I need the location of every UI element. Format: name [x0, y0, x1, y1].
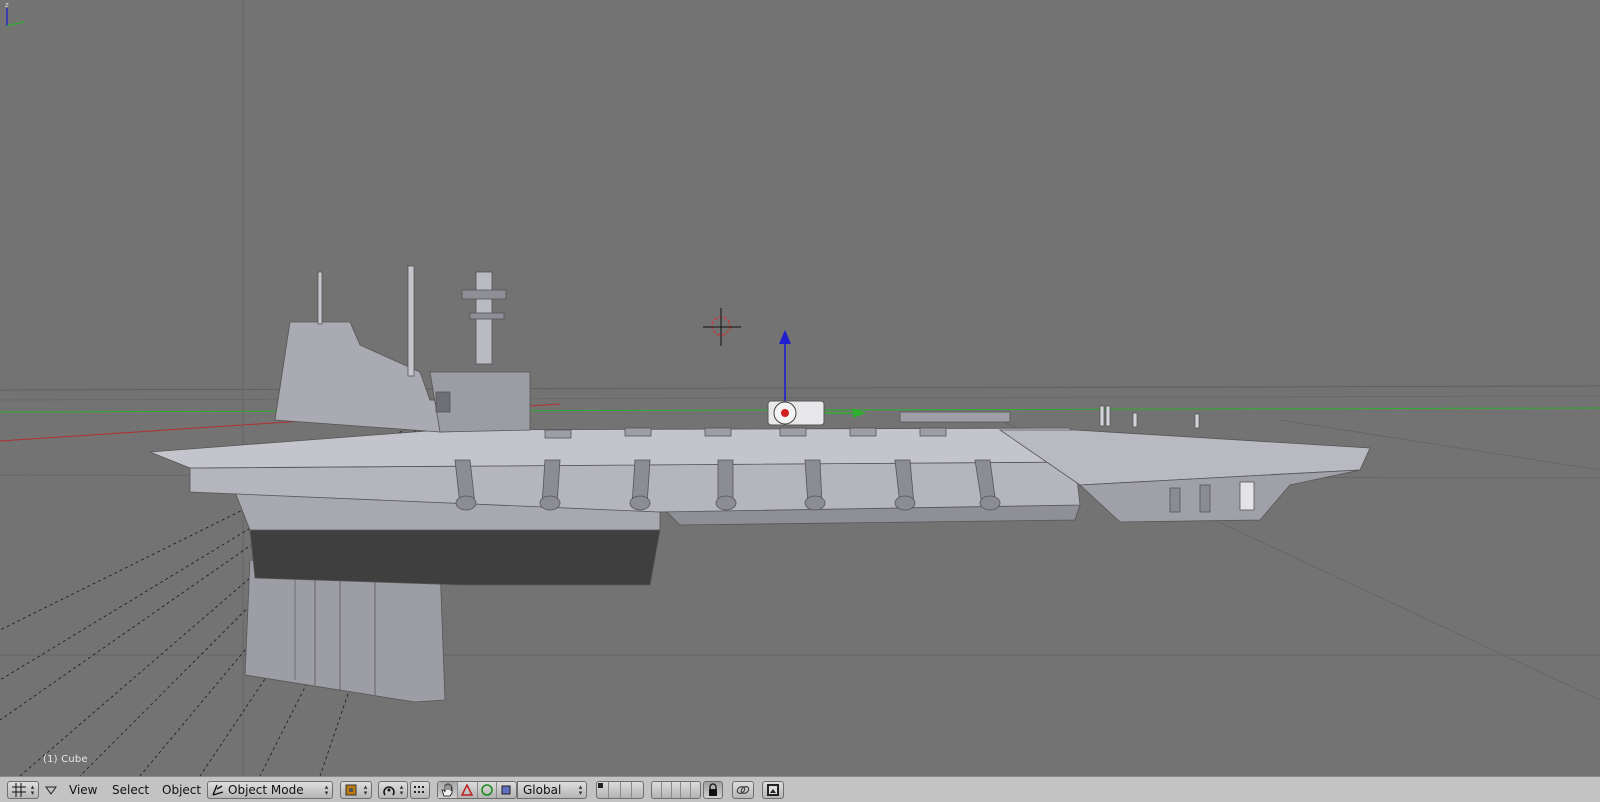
mode-select[interactable]: Object Mode ▴ ▾ — [207, 781, 333, 799]
pivot-button[interactable]: ▴ ▾ — [378, 781, 408, 799]
layer-button[interactable] — [662, 782, 672, 798]
layer-button[interactable] — [632, 782, 643, 798]
manipulator-group — [437, 781, 517, 799]
active-layer-icon — [598, 783, 603, 788]
editor-type-button[interactable]: ▴ ▾ — [7, 781, 39, 799]
hand-icon — [441, 783, 453, 797]
menu-view[interactable]: View — [69, 782, 97, 798]
dots-icon — [414, 786, 424, 793]
lock-layers-button[interactable] — [703, 781, 723, 799]
mini-axis-label: z — [5, 1, 9, 9]
translate-manipulator[interactable] — [458, 782, 478, 798]
layers-group-1 — [596, 781, 644, 799]
layer-button[interactable] — [681, 782, 692, 798]
updown-icon: ▴ ▾ — [578, 783, 583, 797]
orientation-select[interactable]: Global ▴ ▾ — [517, 781, 587, 799]
render-button[interactable] — [762, 781, 784, 799]
draw-type-button[interactable]: ▴ ▾ — [340, 781, 372, 799]
rotate-manipulator[interactable] — [478, 782, 498, 798]
layer-button[interactable] — [609, 782, 621, 798]
scale-manipulator[interactable] — [497, 782, 516, 798]
layer-button[interactable] — [597, 782, 609, 798]
grid-icon — [12, 783, 26, 797]
manipulator-toggle[interactable] — [438, 782, 458, 798]
layer-button[interactable] — [621, 782, 633, 798]
updown-icon: ▴ ▾ — [363, 783, 368, 797]
layer-button[interactable] — [652, 782, 662, 798]
updown-icon: ▴ ▾ — [324, 783, 329, 797]
viewport-scene — [0, 0, 1600, 776]
rotate-icon — [480, 784, 493, 796]
orientation-select-value: Global — [523, 783, 562, 797]
grid-line — [0, 395, 1600, 401]
layer-button[interactable] — [672, 782, 682, 798]
link-icon — [736, 786, 750, 794]
translate-icon — [460, 783, 473, 796]
3d-cursor-icon[interactable] — [703, 308, 741, 346]
updown-icon: ▴ ▾ — [30, 783, 35, 797]
layers-group-2 — [651, 781, 701, 799]
ship-mesh — [149, 265, 1371, 703]
object-mode-icon — [212, 784, 224, 796]
pivot-align-button[interactable] — [410, 781, 430, 799]
updown-icon: ▴ ▾ — [399, 783, 404, 797]
collapse-menu-icon[interactable] — [45, 785, 57, 795]
object-name-label: (1) Cube — [43, 754, 88, 765]
viewport-header: ▴ ▾ View Select Object Object Mode ▴ ▾ ▴ ▾ … — [0, 776, 1600, 802]
solid-shading-icon — [345, 784, 357, 796]
transform-manipulator[interactable] — [767, 330, 866, 426]
lock-icon — [709, 783, 717, 796]
horizon-line — [0, 385, 1600, 391]
scale-icon — [501, 785, 511, 795]
render-icon — [767, 784, 779, 796]
pivot-icon — [383, 786, 395, 796]
layer-button[interactable] — [691, 782, 700, 798]
mode-select-value: Object Mode — [228, 783, 304, 797]
menu-select[interactable]: Select — [112, 782, 149, 798]
view-axis-icon: z — [5, 1, 25, 27]
3d-viewport[interactable]: z (1) Cube — [0, 0, 1600, 776]
proportional-edit-button[interactable] — [732, 781, 754, 799]
menu-object[interactable]: Object — [162, 782, 201, 798]
